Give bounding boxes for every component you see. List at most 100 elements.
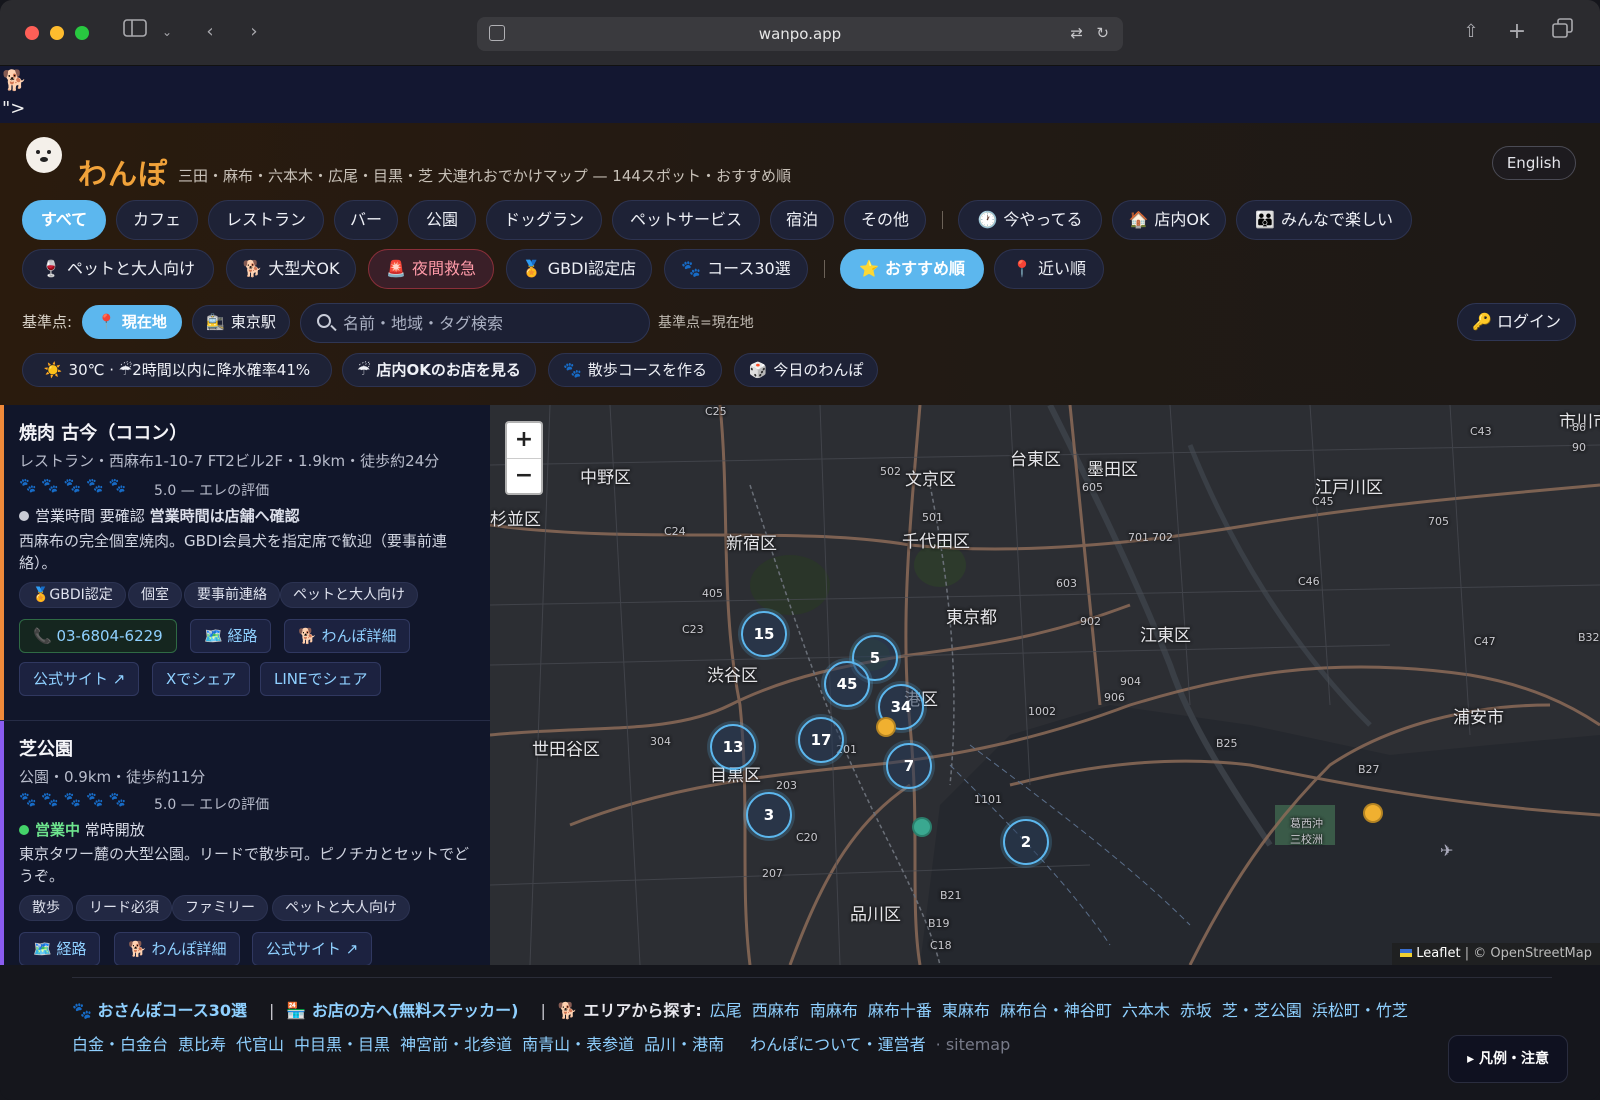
courses-link[interactable]: 🐾 おさんぽコース30選 [72,1001,247,1020]
list-item[interactable]: 芝公園 公園・0.9km・徒歩約11分 🐾🐾🐾🐾🐾 5.0 — エレの評価 営業… [0,721,490,965]
brand-title[interactable]: わんぽ [78,151,168,193]
phone-button[interactable]: 📞 03-6804-6229 [19,619,177,653]
area-link[interactable]: 東麻布 [942,1001,990,1020]
make-course-button[interactable]: 🐾 散歩コースを作る [548,353,722,387]
filter-indoor-ok[interactable]: 🏠 店内OK [1112,200,1226,240]
filter-adults[interactable]: 🍷 ペットと大人向け [22,249,214,289]
filter-course30[interactable]: 🐾 コース30選 [664,249,808,289]
tag-adults: ペットと大人向け [272,895,410,921]
area-link[interactable]: 代官山 [236,1035,284,1054]
legend-toggle-button[interactable]: ▸ 凡例・注意 [1448,1035,1568,1083]
chip-label: 今日のわんぽ [773,361,864,379]
today-wanpo-button[interactable]: 🎲 今日のわんぽ [734,353,878,387]
address-bar[interactable]: wanpo.app ⇄ ↻ [477,17,1123,51]
share-line-button[interactable]: LINEでシェア [260,662,382,696]
shop-sticker-link[interactable]: 🏪 お店の方へ(無料ステッカー) [286,1001,518,1020]
filter-large-dog[interactable]: 🐕 大型犬OK [226,249,356,289]
map-label: 世田谷区 [532,740,600,760]
area-link[interactable]: 神宮前・北参道 [400,1035,512,1054]
official-site-link[interactable]: 公式サイト ↗ [252,932,373,965]
spot-marker[interactable] [912,817,932,837]
language-toggle-button[interactable]: English [1491,146,1576,180]
route-button[interactable]: 🗺️ 経路 [190,619,272,653]
area-link[interactable]: 恵比寿 [178,1035,226,1054]
chevron-down-icon[interactable]: ⌄ [160,18,174,46]
filter-night-emergency[interactable]: 🚨 夜間救急 [368,249,494,289]
weather-chip[interactable]: ☀️ 30℃ · ☔2時間以内に降水確率41% [22,353,332,387]
new-tab-icon[interactable]: + [1506,18,1528,46]
sort-nearest[interactable]: 📍 近い順 [994,249,1104,289]
area-link[interactable]: 芝・芝公園 [1222,1001,1302,1020]
marker-cluster[interactable]: 17 [798,717,844,763]
list-item[interactable]: 焼肉 古今（ココン） レストラン・西麻布1-10-7 FT2ビル2F・1.9km… [0,405,490,721]
category-cafe[interactable]: カフェ [116,200,198,240]
maximize-window-button[interactable] [75,26,89,40]
reload-icon[interactable]: ↻ [1096,24,1109,42]
area-link[interactable]: 南麻布 [810,1001,858,1020]
area-link[interactable]: 広尾 [710,1001,742,1020]
area-link[interactable]: 品川・港南 [644,1035,724,1054]
category-restaurant[interactable]: レストラン [208,200,324,240]
category-all[interactable]: すべて [22,200,106,240]
area-link[interactable]: 浜松町・竹芝 [1312,1001,1408,1020]
tabs-icon[interactable] [1552,18,1574,46]
spot-description: 東京タワー麓の大型公園。リードで散歩可。ピノチカとセットでどうぞ。 [19,845,470,885]
share-x-button[interactable]: Xでシェア [152,662,251,696]
detail-button[interactable]: 🐕 わんぽ詳細 [114,932,241,965]
filter-family-fun[interactable]: 👪 みんなで楽しい [1236,200,1412,240]
category-lodging[interactable]: 宿泊 [770,200,834,240]
marker-cluster[interactable]: 7 [886,743,932,789]
filter-open-now[interactable]: 🕐 今やってる [958,200,1102,240]
hours-note: 常時開放 [84,821,145,839]
spot-title[interactable]: 芝公園 [19,735,73,761]
area-link[interactable]: 中目黒・目黒 [294,1035,390,1054]
area-link[interactable]: 南青山・表参道 [522,1035,634,1054]
sort-recommended[interactable]: ⭐ おすすめ順 [840,249,984,289]
marker-cluster[interactable]: 15 [741,611,787,657]
marker-cluster[interactable]: 13 [710,724,756,770]
login-button[interactable]: 🔑 ログイン [1456,303,1576,341]
forward-icon[interactable]: › [244,18,264,46]
share-icon[interactable]: ⇧ [1460,18,1482,46]
close-window-button[interactable] [25,26,39,40]
official-site-link[interactable]: 公式サイト ↗ [19,662,140,696]
about-link[interactable]: わんぽについて・運営者 [750,1035,926,1054]
category-other[interactable]: その他 [844,200,926,240]
area-link[interactable]: 麻布台・神谷町 [1000,1001,1112,1020]
indoor-shops-button[interactable]: ☔ 店内OKのお店を見る [342,353,536,387]
area-link[interactable]: 白金・白金台 [72,1035,168,1054]
area-link[interactable]: 麻布十番 [868,1001,932,1020]
sidebar-icon[interactable] [122,18,148,46]
category-dogrun[interactable]: ドッグラン [486,200,602,240]
spot-marker[interactable] [876,717,896,737]
area-link[interactable]: 赤坂 [1180,1001,1212,1020]
category-park[interactable]: 公園 [408,200,476,240]
zoom-out-button[interactable]: − [507,459,541,495]
marker-cluster[interactable]: 3 [746,792,792,838]
osm-link[interactable]: | © OpenStreetMap [1465,946,1592,961]
filter-gbdi[interactable]: 🏅 GBDI認定店 [506,249,652,289]
back-icon[interactable]: ‹ [200,18,220,46]
area-link[interactable]: 六本木 [1122,1001,1170,1020]
route-button[interactable]: 🗺️ 経路 [19,932,101,965]
minimize-window-button[interactable] [50,26,64,40]
detail-button[interactable]: 🐕 わんぽ詳細 [284,619,411,653]
spot-marker[interactable] [1363,803,1383,823]
marker-cluster[interactable]: 2 [1003,819,1049,865]
area-link[interactable]: 西麻布 [752,1001,800,1020]
zoom-in-button[interactable]: + [507,423,541,459]
category-pet-service[interactable]: ペットサービス [612,200,760,240]
reference-current-location[interactable]: 📍 現在地 [82,305,182,339]
translate-icon[interactable]: ⇄ [1070,24,1083,42]
leaflet-link[interactable]: Leaflet [1416,946,1460,961]
spot-title[interactable]: 焼肉 古今（ココン） [19,419,187,445]
marker-cluster[interactable]: 45 [824,661,870,707]
sitemap-link[interactable]: sitemap [946,1035,1010,1054]
category-bar[interactable]: バー [334,200,398,240]
road-label: B25 [1216,737,1238,750]
map-view[interactable]: + − 中野区 文京区 台東区 墨田区 江戸川区 市川市 杉並区 新宿区 千代田… [490,405,1600,965]
search-input[interactable] [343,304,643,342]
family-icon: 👪 [1255,210,1275,229]
reference-tokyo-station[interactable]: 🚉 東京駅 [192,305,290,339]
pin-icon: 📍 [1012,259,1032,278]
